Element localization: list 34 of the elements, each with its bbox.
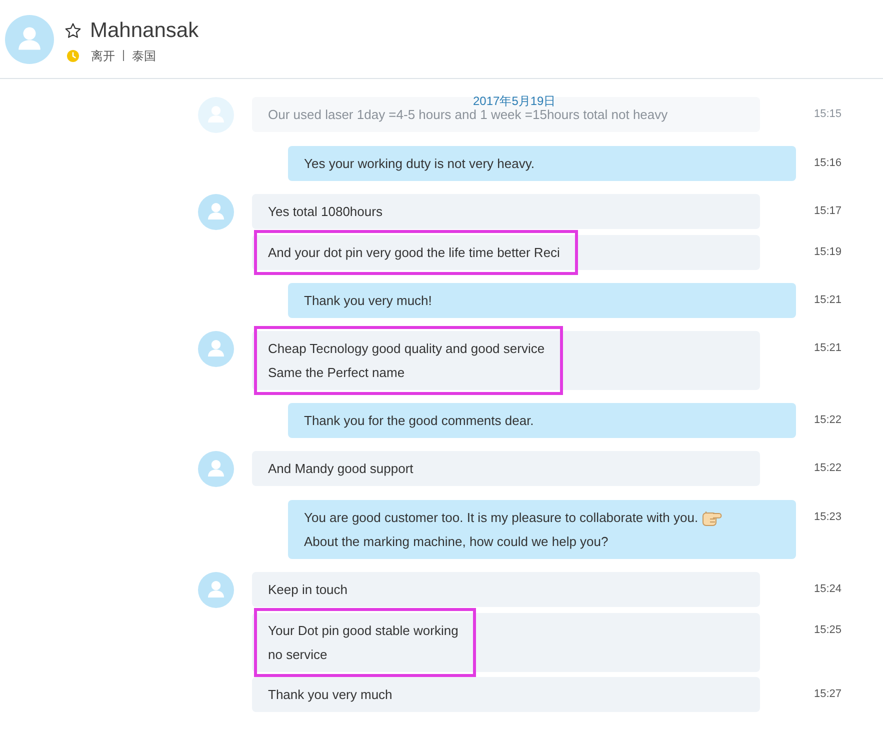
date-label: 2017年5月19日 (473, 94, 556, 108)
message-time: 15:17 (814, 204, 842, 219)
message-time: 15:22 (814, 413, 842, 428)
message-time: 15:25 (814, 623, 842, 638)
message-text: Cheap Tecnology good quality and good service (268, 340, 545, 358)
message-text: And Mandy good support (268, 460, 414, 478)
message-text: Our used laser 1day =4-5 hours and 1 week =15hours total not heavy (268, 106, 668, 124)
contact-name: Mahnansak (90, 18, 199, 44)
message-text: Yes total 1080hours (268, 203, 382, 221)
message-time: 15:16 (814, 156, 842, 171)
message-time: 15:19 (814, 245, 842, 260)
star-icon[interactable] (65, 23, 81, 38)
message-text: Your Dot pin good stable working (268, 622, 458, 640)
location-text: 泰国 (132, 48, 156, 62)
message-time: 15:27 (814, 687, 842, 702)
message-time: 15:22 (814, 461, 842, 476)
message-time: 15:15 (814, 107, 842, 122)
message-text: Thank you for the good comments dear. (304, 412, 534, 430)
message-text: You are good customer too. It is my pleasure to collaborate with you. (304, 509, 698, 527)
clock-icon (67, 50, 79, 62)
message-time: 15:21 (814, 341, 842, 356)
message-text: Thank you very much! (304, 292, 432, 310)
message-text: Same the Perfect name (268, 364, 405, 382)
message-time: 15:24 (814, 582, 842, 597)
message-text: Keep in touch (268, 581, 348, 599)
message-text: Thank you very much (268, 686, 392, 704)
message-time: 15:21 (814, 293, 842, 308)
message-text: About the marking machine, how could we help you? (304, 533, 608, 551)
avatar-icon (5, 14, 54, 64)
status-text: 离开 (91, 48, 115, 62)
message-text: And your dot pin very good the life time better Reci (268, 244, 560, 262)
message-time: 15:23 (814, 510, 842, 525)
message-text: no service (268, 646, 328, 664)
message-text: Yes your working duty is not very heavy. (304, 155, 535, 173)
